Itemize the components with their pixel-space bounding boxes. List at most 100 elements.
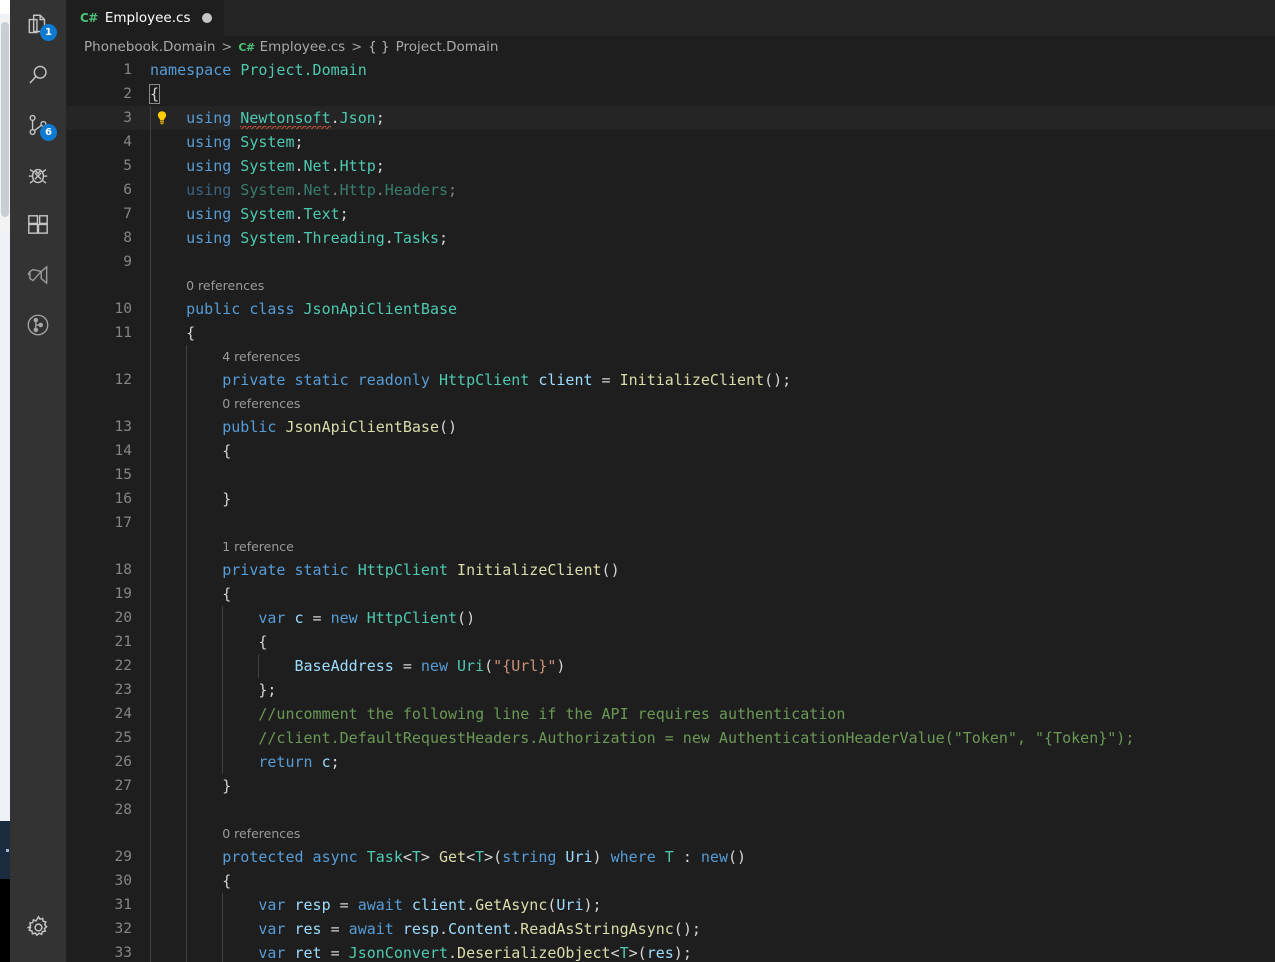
- chevron-right-icon: >: [351, 39, 363, 55]
- code-token: :: [673, 848, 701, 866]
- code-token: {: [222, 585, 232, 603]
- code-line-text: {: [150, 869, 231, 893]
- codelens-reference-count[interactable]: 4 references: [150, 345, 300, 368]
- code-line[interactable]: 32 var res = await resp.Content.ReadAsStr…: [66, 917, 1275, 941]
- code-line[interactable]: 5 using System.Net.Http;: [66, 154, 1275, 178]
- line-number: 33: [114, 945, 132, 961]
- line-number: 8: [123, 230, 132, 246]
- code-line[interactable]: 19 {: [66, 582, 1275, 606]
- background-scrollbar-thumb[interactable]: [1, 22, 9, 217]
- codelens-row[interactable]: 0 references: [66, 822, 1275, 845]
- code-token: var: [258, 896, 286, 914]
- code-line[interactable]: 8 using System.Threading.Tasks;: [66, 226, 1275, 250]
- code-line[interactable]: 29 protected async Task<T> Get<T>(string …: [66, 845, 1275, 869]
- code-line[interactable]: 27}: [66, 774, 1275, 798]
- code-token: ;: [448, 181, 458, 199]
- code-token: using: [186, 133, 232, 151]
- sidebar-item-run-and-debug[interactable]: [10, 150, 66, 200]
- breadcrumb-item-folder[interactable]: Phonebook.Domain: [84, 39, 215, 55]
- code-token: Http: [339, 181, 376, 199]
- tab-dirty-indicator[interactable]: [202, 13, 213, 23]
- code-token: var: [258, 920, 286, 938]
- code-editor[interactable]: 1 namespace Project.Domain 2{3 using Newton…: [66, 58, 1275, 962]
- code-line[interactable]: 30 {: [66, 869, 1275, 893]
- line-number: 27: [114, 778, 132, 794]
- sidebar-item-extensions[interactable]: [10, 200, 66, 250]
- code-line[interactable]: 1 namespace Project.Domain: [66, 58, 1275, 82]
- line-number: 7: [123, 206, 132, 222]
- code-line[interactable]: 20 var c = new HttpClient(): [66, 606, 1275, 630]
- code-line[interactable]: 31 var resp = await client.GetAsync(Uri);: [66, 893, 1275, 917]
- code-line[interactable]: 10 public class JsonApiClientBase: [66, 297, 1275, 321]
- code-token: JsonApiClientBase: [303, 300, 458, 318]
- code-line[interactable]: 23};: [66, 678, 1275, 702]
- indent-guide: [150, 274, 151, 297]
- code-token: using: [186, 157, 232, 175]
- indent-guide: [186, 392, 188, 415]
- codelens-reference-count[interactable]: 0 references: [150, 392, 300, 415]
- line-number: 17: [114, 515, 132, 531]
- code-line[interactable]: 18 private static HttpClient InitializeCl…: [66, 558, 1275, 582]
- code-line[interactable]: 4 using System;: [66, 130, 1275, 154]
- code-token: static: [294, 561, 349, 579]
- code-line[interactable]: 11 {: [66, 321, 1275, 345]
- line-number: 26: [114, 754, 132, 770]
- codelens-row[interactable]: 4 references: [66, 345, 1275, 368]
- code-line[interactable]: 24 //uncomment the following line if the …: [66, 702, 1275, 726]
- code-token: System: [240, 157, 295, 175]
- line-number: 21: [114, 634, 132, 650]
- code-token: (: [484, 657, 494, 675]
- breadcrumb-item-file[interactable]: Employee.cs: [260, 39, 346, 55]
- code-token: where: [610, 848, 656, 866]
- code-token: resp: [294, 896, 331, 914]
- codelens-reference-count[interactable]: 1 reference: [150, 535, 294, 558]
- code-line[interactable]: 13 public JsonApiClientBase(): [66, 415, 1275, 439]
- code-line[interactable]: 17: [66, 511, 1275, 535]
- code-line[interactable]: 26 return c;: [66, 750, 1275, 774]
- sidebar-item-git-graph[interactable]: [10, 300, 66, 350]
- code-line-text: {: [148, 82, 161, 106]
- code-token: Newtonsoft: [240, 109, 331, 129]
- code-line[interactable]: 33 var ret = JsonConvert.DeserializeObjec…: [66, 941, 1275, 962]
- sidebar-item-explorer[interactable]: 1: [10, 0, 66, 50]
- code-line[interactable]: 16}: [66, 487, 1275, 511]
- code-token: Threading: [303, 229, 385, 247]
- code-line-text: private static HttpClient InitializeClie…: [150, 558, 619, 582]
- code-line[interactable]: 2{: [66, 82, 1275, 106]
- sidebar-item-source-control[interactable]: 6: [10, 100, 66, 150]
- code-token: Net: [303, 181, 331, 199]
- code-line[interactable]: 6 using System.Net.Http.Headers;: [66, 178, 1275, 202]
- sidebar-item-manage-settings[interactable]: [10, 902, 66, 952]
- codelens-row[interactable]: 1 reference: [66, 535, 1275, 558]
- code-line[interactable]: 25 //client.DefaultRequestHeaders.Authori…: [66, 726, 1275, 750]
- code-line[interactable]: 9: [66, 250, 1275, 274]
- sidebar-item-search[interactable]: [10, 50, 66, 100]
- code-line[interactable]: 3 using Newtonsoft.Json;: [66, 106, 1275, 130]
- codelens-reference-count[interactable]: 0 references: [150, 822, 300, 845]
- code-token: (): [457, 609, 476, 627]
- codelens-reference-count[interactable]: 0 references: [150, 274, 264, 297]
- code-line[interactable]: 15: [66, 463, 1275, 487]
- code-line[interactable]: 28: [66, 798, 1275, 822]
- codelens-row[interactable]: 0 references: [66, 274, 1275, 297]
- code-token: new: [330, 609, 358, 627]
- code-token: System: [240, 229, 295, 247]
- code-line[interactable]: 7 using System.Text;: [66, 202, 1275, 226]
- breadcrumb-item-symbol[interactable]: Project.Domain: [396, 39, 499, 55]
- codelens-row[interactable]: 0 references: [66, 392, 1275, 415]
- code-token: =: [321, 944, 349, 962]
- code-line[interactable]: 22 BaseAddress = new Uri("{Url}"): [66, 654, 1275, 678]
- sidebar-item-visual-studio[interactable]: [10, 250, 66, 300]
- line-number: 3: [123, 110, 132, 126]
- code-line[interactable]: 14 {: [66, 439, 1275, 463]
- code-token: .: [294, 229, 304, 247]
- code-line[interactable]: 12 private static readonly HttpClient cli…: [66, 368, 1275, 392]
- code-line-text: [150, 463, 222, 487]
- code-line[interactable]: 21 {: [66, 630, 1275, 654]
- code-line-text: };: [150, 678, 276, 702]
- tab-employee-cs[interactable]: C# Employee.cs: [66, 0, 226, 36]
